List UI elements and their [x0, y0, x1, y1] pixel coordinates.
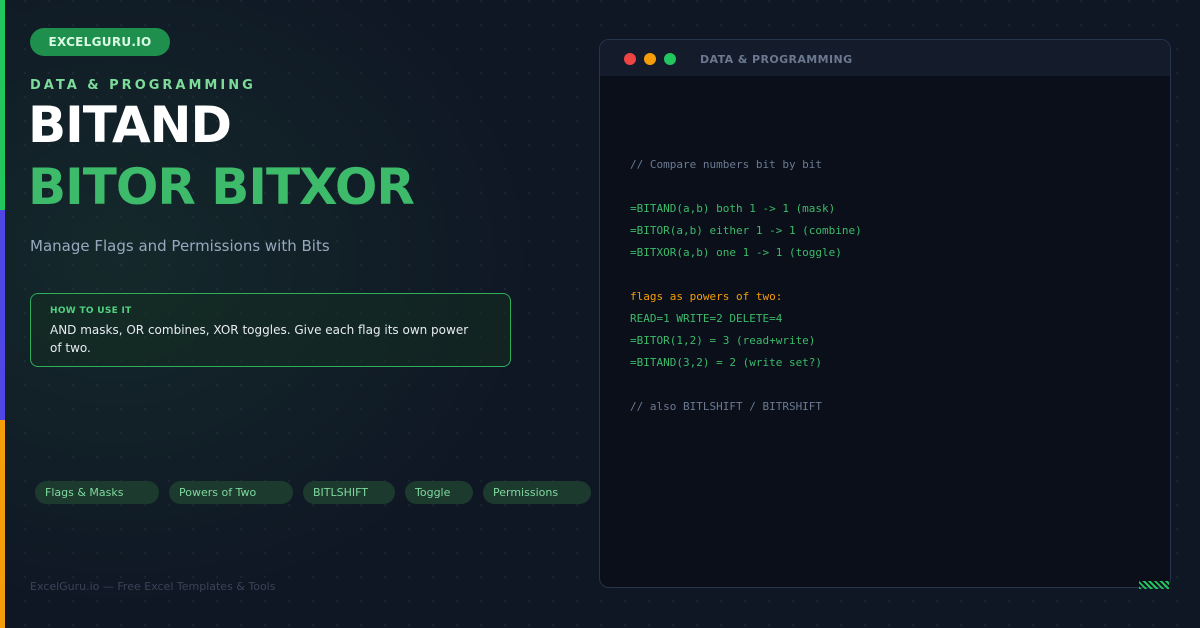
footer-text: ExcelGuru.io — Free Excel Templates & To… — [30, 580, 276, 593]
tag-flags-masks[interactable]: Flags & Masks — [35, 481, 159, 504]
maximize-dot-icon — [664, 53, 676, 65]
page-subtitle: Manage Flags and Permissions with Bits — [30, 237, 330, 255]
tag-toggle[interactable]: Toggle — [405, 481, 473, 504]
page-title-line-2: BITOR BITXOR — [28, 158, 415, 216]
how-to-use-label: HOW TO USE IT — [50, 306, 132, 316]
tag-permissions[interactable]: Permissions — [483, 481, 591, 504]
code-line: READ=1 WRITE=2 DELETE=4 — [630, 312, 783, 325]
brand-badge[interactable]: EXCELGURU.IO — [30, 28, 170, 56]
code-line: =BITOR(1,2) = 3 (read+write) — [630, 334, 816, 347]
window-title: DATA & PROGRAMMING — [700, 53, 853, 66]
category-label: DATA & PROGRAMMING — [30, 78, 256, 93]
code-window: DATA & PROGRAMMING // Compare numbers bi… — [599, 39, 1171, 588]
code-line: // also BITLSHIFT / BITRSHIFT — [630, 400, 823, 413]
how-to-use-text: AND masks, OR combines, XOR toggles. Giv… — [50, 323, 469, 355]
code-line: =BITAND(a,b) both 1 -> 1 (mask) — [630, 202, 836, 215]
code-line: =BITXOR(a,b) one 1 -> 1 (toggle) — [630, 246, 842, 259]
left-accent-bar — [0, 0, 5, 628]
code-line: // Compare numbers bit by bit — [630, 158, 823, 171]
minimize-dot-icon — [644, 53, 656, 65]
corner-pattern — [1139, 581, 1169, 589]
code-line: =BITAND(3,2) = 2 (write set?) — [630, 356, 823, 369]
close-dot-icon — [624, 53, 636, 65]
tag-powers-of-two[interactable]: Powers of Two — [169, 481, 293, 504]
how-to-use-card: HOW TO USE IT AND masks, OR combines, XO… — [30, 293, 511, 367]
tag-bitlshift[interactable]: BITLSHIFT — [303, 481, 395, 504]
code-line: =BITOR(a,b) either 1 -> 1 (combine) — [630, 224, 862, 237]
window-title-bar: DATA & PROGRAMMING — [600, 40, 1170, 76]
code-line: flags as powers of two: — [630, 290, 783, 303]
page-title-line-1: BITAND — [28, 96, 232, 154]
